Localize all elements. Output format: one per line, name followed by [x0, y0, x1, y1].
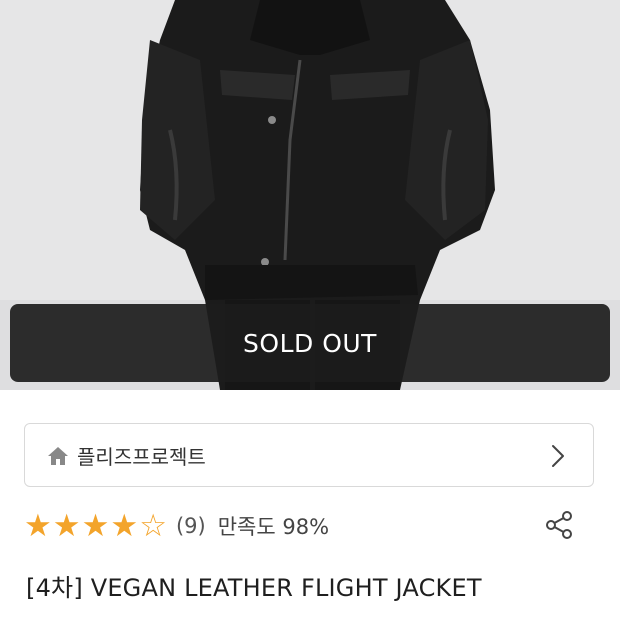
product-title: [4차] VEGAN LEATHER FLIGHT JACKET	[26, 574, 482, 602]
star-rating: ★ ★ ★ ★ ☆	[24, 507, 168, 544]
share-icon[interactable]	[543, 509, 575, 541]
star-filled-icon: ★	[24, 507, 52, 544]
product-image[interactable]: SOLD OUT	[0, 0, 620, 390]
sold-out-banner: SOLD OUT	[10, 304, 610, 382]
brand-link[interactable]: 플리즈프로젝트	[24, 423, 594, 487]
sold-out-label: SOLD OUT	[243, 328, 377, 358]
chevron-right-icon	[552, 445, 564, 467]
home-icon	[48, 447, 68, 465]
star-filled-icon: ★	[81, 507, 110, 544]
brand-name: 플리즈프로젝트	[77, 445, 206, 469]
satisfaction-rate: 만족도 98%	[217, 515, 330, 539]
product-detail-page: SOLD OUT 플리즈프로젝트 ★ ★ ★ ★ ☆ (9) 만족도 98% […	[0, 0, 620, 620]
review-count[interactable]: (9)	[176, 514, 206, 538]
star-filled-icon: ★	[110, 507, 139, 544]
star-filled-icon: ★	[52, 507, 81, 544]
star-empty-icon: ☆	[139, 507, 167, 544]
rating-row[interactable]: ★ ★ ★ ★ ☆ (9) 만족도 98%	[24, 508, 329, 544]
